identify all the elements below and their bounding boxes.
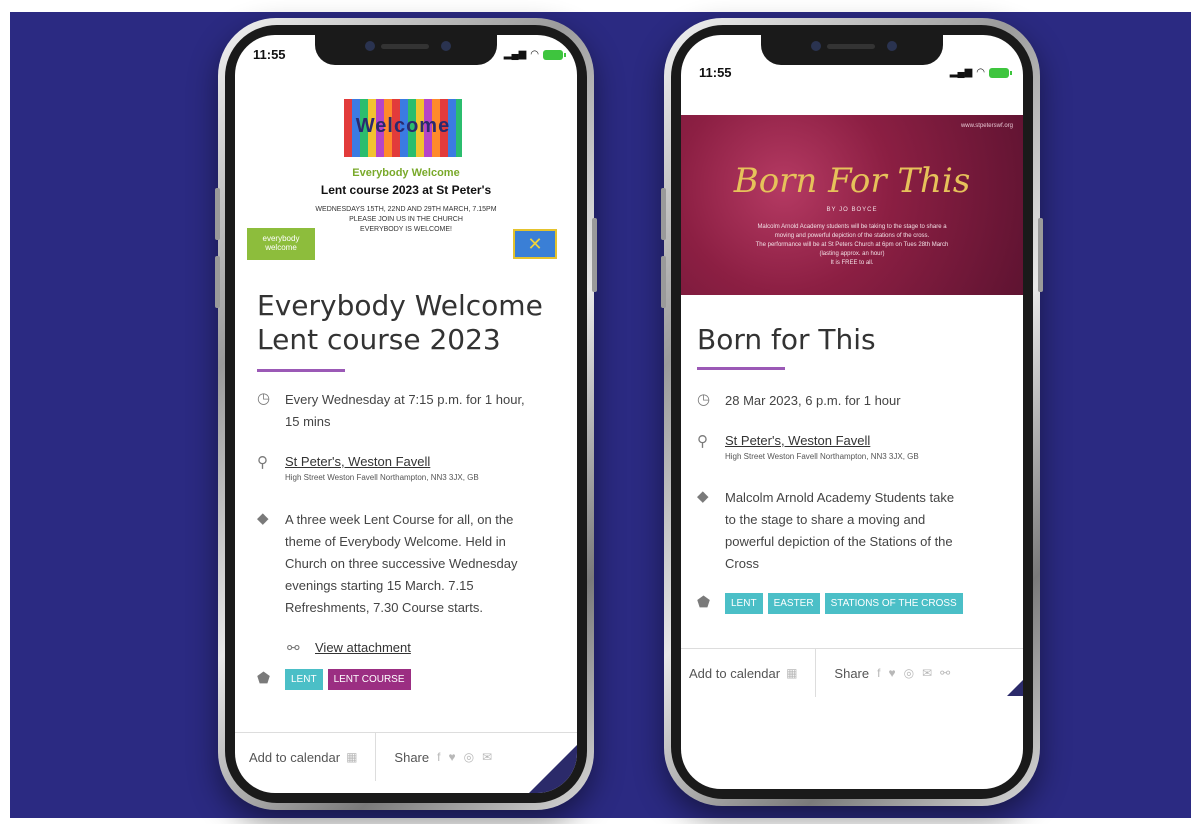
location-link[interactable]: St Peter's, Weston Favell: [285, 453, 479, 471]
status-bar: 11:55 ▂▄▆ ◠: [235, 47, 577, 67]
signal-icon: ▂▄▆: [949, 67, 973, 78]
description-text: A three week Lent Course for all, on the…: [285, 512, 518, 615]
facebook-icon[interactable]: f: [437, 750, 440, 764]
schedule-row: ◷ 28 Mar 2023, 6 p.m. for 1 hour: [697, 390, 1005, 412]
camera-icon: [811, 41, 821, 51]
footer-divider: [815, 649, 817, 697]
wifi-icon: ◠: [976, 67, 985, 78]
status-bar: 11:55 ▂▄▆ ◠: [681, 65, 1023, 85]
footer-divider: [375, 733, 377, 781]
poster-url: www.stpeterswf.org: [960, 123, 1013, 129]
event-title: Everybody Welcome Lent course 2023: [257, 289, 543, 356]
title-underline: [257, 369, 345, 372]
schedule-text: Every Wednesday at 7:15 p.m. for 1 hour,: [285, 392, 525, 407]
volume-button: [215, 256, 220, 308]
poster-title: Born For This: [733, 161, 971, 201]
share-label: Share: [394, 749, 430, 765]
power-button: [592, 218, 597, 292]
whatsapp-icon[interactable]: ◎: [904, 666, 914, 680]
event-footer: Add to calendar ▦ Share f ♥ ◎ ✉ ⚯: [681, 648, 1023, 697]
tag-lent[interactable]: LENT: [725, 593, 763, 614]
tags-row: ⬟ LENT EASTER STATIONS OF THE CROSS: [697, 593, 1005, 614]
phone-screen: 11:55 ▂▄▆ ◠ www.stpeterswf.org Born For …: [681, 35, 1023, 789]
status-icons: ▂▄▆ ◠: [949, 67, 1012, 78]
background: 11:55 ▂▄▆ ◠ Welcome Everybody Welcome Le…: [10, 12, 1191, 818]
speaker: [827, 44, 875, 49]
tag-icon: ⬟: [697, 594, 711, 611]
tag-easter[interactable]: EASTER: [767, 593, 820, 614]
corner-badge: [1007, 680, 1023, 696]
paperclip-icon: ⚯: [287, 640, 300, 657]
share-bar: Share f ♥ ◎ ✉: [394, 750, 492, 765]
diocese-flag-icon: ✕: [513, 229, 557, 259]
signal-icon: ▂▄▆: [503, 49, 527, 60]
tag-lent[interactable]: LENT: [285, 669, 323, 690]
location-row: ⚲ St Peter's, Weston Favell High Street …: [697, 432, 1005, 464]
battery-icon: [543, 49, 566, 60]
power-button: [1038, 218, 1043, 292]
description-row: ◆ A three week Lent Course for all, on t…: [257, 509, 559, 619]
view-attachment-link[interactable]: View attachment: [315, 639, 411, 657]
phone-screen: 11:55 ▂▄▆ ◠ Welcome Everybody Welcome Le…: [235, 35, 577, 793]
add-to-calendar-button[interactable]: Add to calendar ▦: [681, 666, 797, 681]
location-address: High Street Weston Favell Northampton, N…: [725, 452, 919, 461]
schedule-text: 15 mins: [285, 414, 331, 429]
status-time: 11:55: [699, 65, 732, 80]
location-link[interactable]: St Peter's, Weston Favell: [725, 432, 919, 450]
event-footer: Add to calendar ▦ Share f ♥ ◎ ✉: [235, 732, 577, 781]
calendar-icon: ▦: [346, 750, 358, 764]
description-row: ◆ Malcolm Arnold Academy Students take t…: [697, 487, 1005, 575]
facebook-icon[interactable]: f: [877, 666, 880, 680]
corner-badge[interactable]: ✦: [529, 745, 577, 793]
everybody-welcome-logo: everybody welcome: [247, 228, 315, 260]
title-underline: [697, 367, 785, 370]
whatsapp-icon[interactable]: ◎: [464, 750, 474, 764]
schedule-row: ◷ Every Wednesday at 7:15 p.m. for 1 hou…: [257, 389, 559, 433]
tag-icon: ⬟: [257, 670, 271, 687]
status-icons: ▂▄▆ ◠: [503, 49, 566, 60]
schedule-text: 28 Mar 2023, 6 p.m. for 1 hour: [725, 393, 901, 408]
camera-icon: [887, 41, 897, 51]
email-icon[interactable]: ✉: [922, 666, 932, 680]
link-icon[interactable]: ⚯: [940, 666, 950, 680]
event-poster[interactable]: Welcome Everybody Welcome Lent course 20…: [235, 75, 577, 275]
info-icon: ◆: [257, 510, 269, 527]
location-row: ⚲ St Peter's, Weston Favell High Street …: [257, 453, 559, 485]
location-pin-icon: ⚲: [257, 454, 268, 471]
welcome-banner-image: Welcome: [344, 99, 462, 157]
wifi-icon: ◠: [530, 49, 539, 60]
add-to-calendar-button[interactable]: Add to calendar ▦: [235, 750, 357, 765]
clock-icon: ◷: [257, 390, 271, 407]
share-label: Share: [834, 665, 870, 681]
clock-icon: ◷: [697, 391, 711, 408]
volume-button: [661, 188, 666, 240]
location-pin-icon: ⚲: [697, 433, 708, 450]
phone-right: 11:55 ▂▄▆ ◠ www.stpeterswf.org Born For …: [661, 18, 1043, 806]
tag-lent-course[interactable]: LENT COURSE: [327, 669, 411, 690]
info-icon: ◆: [697, 488, 709, 505]
tags-row: ⬟ LENT LENT COURSE: [257, 669, 559, 690]
tag-stations-of-the-cross[interactable]: STATIONS OF THE CROSS: [824, 593, 963, 614]
event-poster[interactable]: www.stpeterswf.org Born For This BY JO B…: [681, 115, 1023, 295]
attachment-row: ⚯ View attachment: [287, 639, 559, 657]
twitter-icon[interactable]: ♥: [448, 750, 455, 764]
calendar-icon: ▦: [786, 666, 798, 680]
poster-details: Malcolm Arnold Academy students will be …: [755, 224, 949, 266]
location-address: High Street Weston Favell Northampton, N…: [285, 473, 479, 482]
twitter-icon[interactable]: ♥: [888, 666, 895, 680]
poster-byline: BY JO BOYCE: [826, 207, 878, 213]
welcome-banner-text: Welcome: [355, 115, 451, 137]
poster-title: Lent course 2023 at St Peter's: [320, 183, 492, 197]
description-text: Malcolm Arnold Academy Students take to …: [725, 490, 955, 571]
share-bar: Share f ♥ ◎ ✉ ⚯: [834, 666, 950, 681]
event-title: Born for This: [697, 323, 876, 356]
email-icon[interactable]: ✉: [482, 750, 492, 764]
status-time: 11:55: [253, 47, 286, 62]
battery-icon: [989, 67, 1012, 78]
volume-button: [661, 256, 666, 308]
notch: [761, 35, 943, 65]
phone-left: 11:55 ▂▄▆ ◠ Welcome Everybody Welcome Le…: [215, 18, 597, 810]
volume-button: [215, 188, 220, 240]
poster-heading: Everybody Welcome: [352, 167, 460, 179]
